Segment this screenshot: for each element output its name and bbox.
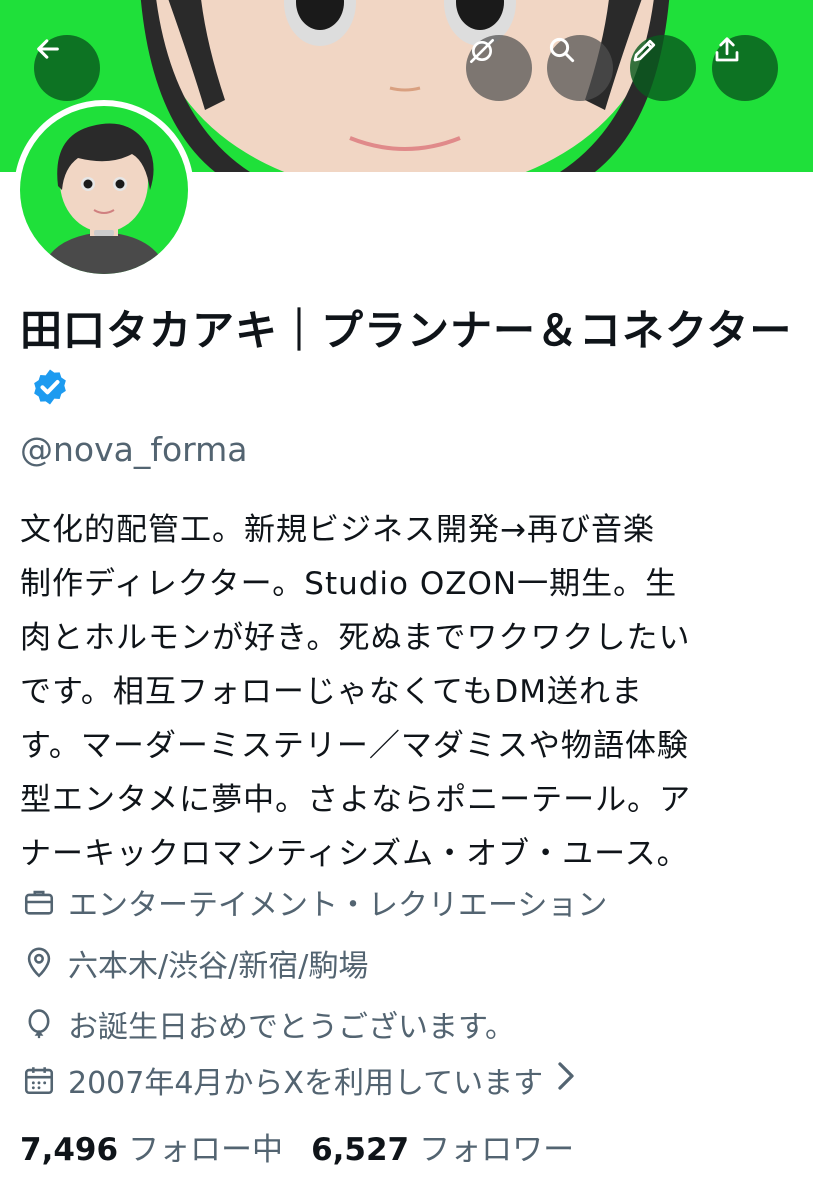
- following-link[interactable]: 7,496 フォロー中: [20, 1124, 311, 1169]
- birthday-row: お誕生日おめでとうございます。: [20, 1002, 515, 1046]
- followers-count: 6,527: [311, 1132, 410, 1168]
- share-icon: [715, 37, 739, 62]
- avatar[interactable]: [14, 100, 194, 280]
- joined-row[interactable]: 2007年4月からXを利用しています: [20, 1058, 577, 1102]
- search-button[interactable]: [547, 35, 613, 101]
- following-label: フォロー中: [128, 1132, 284, 1168]
- location-pin-icon: [20, 944, 58, 982]
- follow-stats: 7,496 フォロー中 6,527 フォロワー: [20, 1124, 602, 1169]
- calendar-icon: [20, 1061, 58, 1099]
- followers-label: フォロワー: [419, 1132, 575, 1168]
- eye-off-icon: [470, 39, 494, 63]
- display-name: 田口タカアキ｜プランナー＆コネクター: [20, 300, 800, 424]
- back-arrow-icon: [37, 39, 59, 59]
- avatar-image: [20, 106, 188, 274]
- following-count: 7,496: [20, 1132, 119, 1168]
- share-button[interactable]: [712, 35, 778, 101]
- birthday-text: お誕生日おめでとうございます。: [68, 1010, 515, 1045]
- joined-text: 2007年4月からXを利用しています: [68, 1066, 544, 1101]
- back-button[interactable]: [34, 35, 100, 101]
- category-row: エンターテイメント・レクリエーション: [20, 880, 607, 924]
- verified-badge-icon[interactable]: [30, 362, 70, 424]
- display-name-text: 田口タカアキ｜プランナー＆コネクター: [20, 306, 793, 355]
- balloon-icon: [20, 1005, 58, 1043]
- handle: @nova_forma: [20, 430, 248, 469]
- edit-button[interactable]: [630, 35, 696, 101]
- search-icon: [549, 37, 575, 63]
- chevron-right-icon: [555, 1060, 577, 1100]
- hide-button[interactable]: [466, 35, 532, 101]
- category-text: エンターテイメント・レクリエーション: [68, 888, 608, 923]
- followers-link[interactable]: 6,527 フォロワー: [311, 1124, 602, 1169]
- location-text: 六本木/渋谷/新宿/駒場: [68, 949, 369, 984]
- briefcase-icon: [20, 883, 58, 921]
- pencil-icon: [633, 39, 656, 62]
- bio: 文化的配管工。新規ビジネス開発→再び音楽 制作ディレクター。Studio OZO…: [20, 512, 692, 872]
- location-row: 六本木/渋谷/新宿/駒場: [20, 941, 368, 985]
